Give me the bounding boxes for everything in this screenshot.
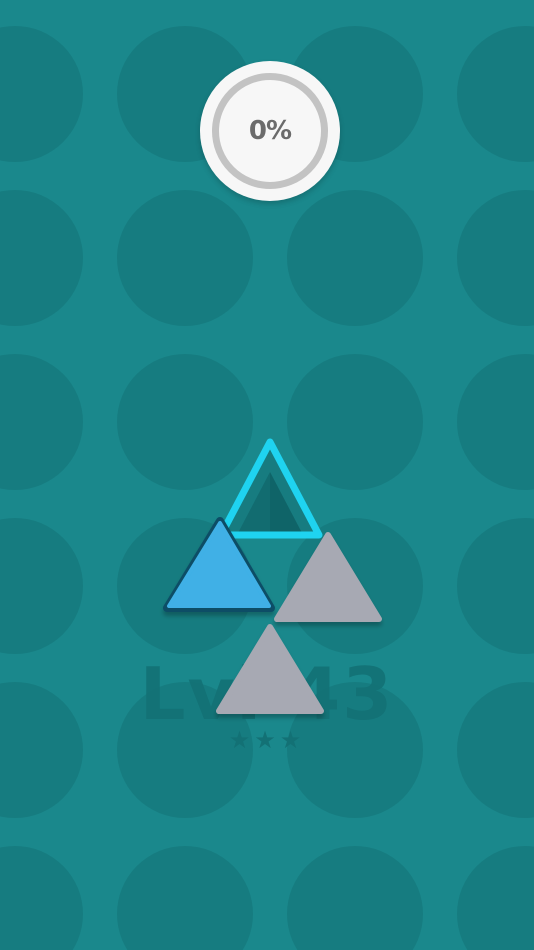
progress-indicator: 0% [200, 61, 340, 201]
target-slot-triangle[interactable] [217, 438, 323, 539]
piece-right-triangle[interactable] [274, 532, 382, 622]
piece-bottom-triangle[interactable] [216, 624, 324, 714]
progress-percent: 0% [248, 116, 292, 146]
